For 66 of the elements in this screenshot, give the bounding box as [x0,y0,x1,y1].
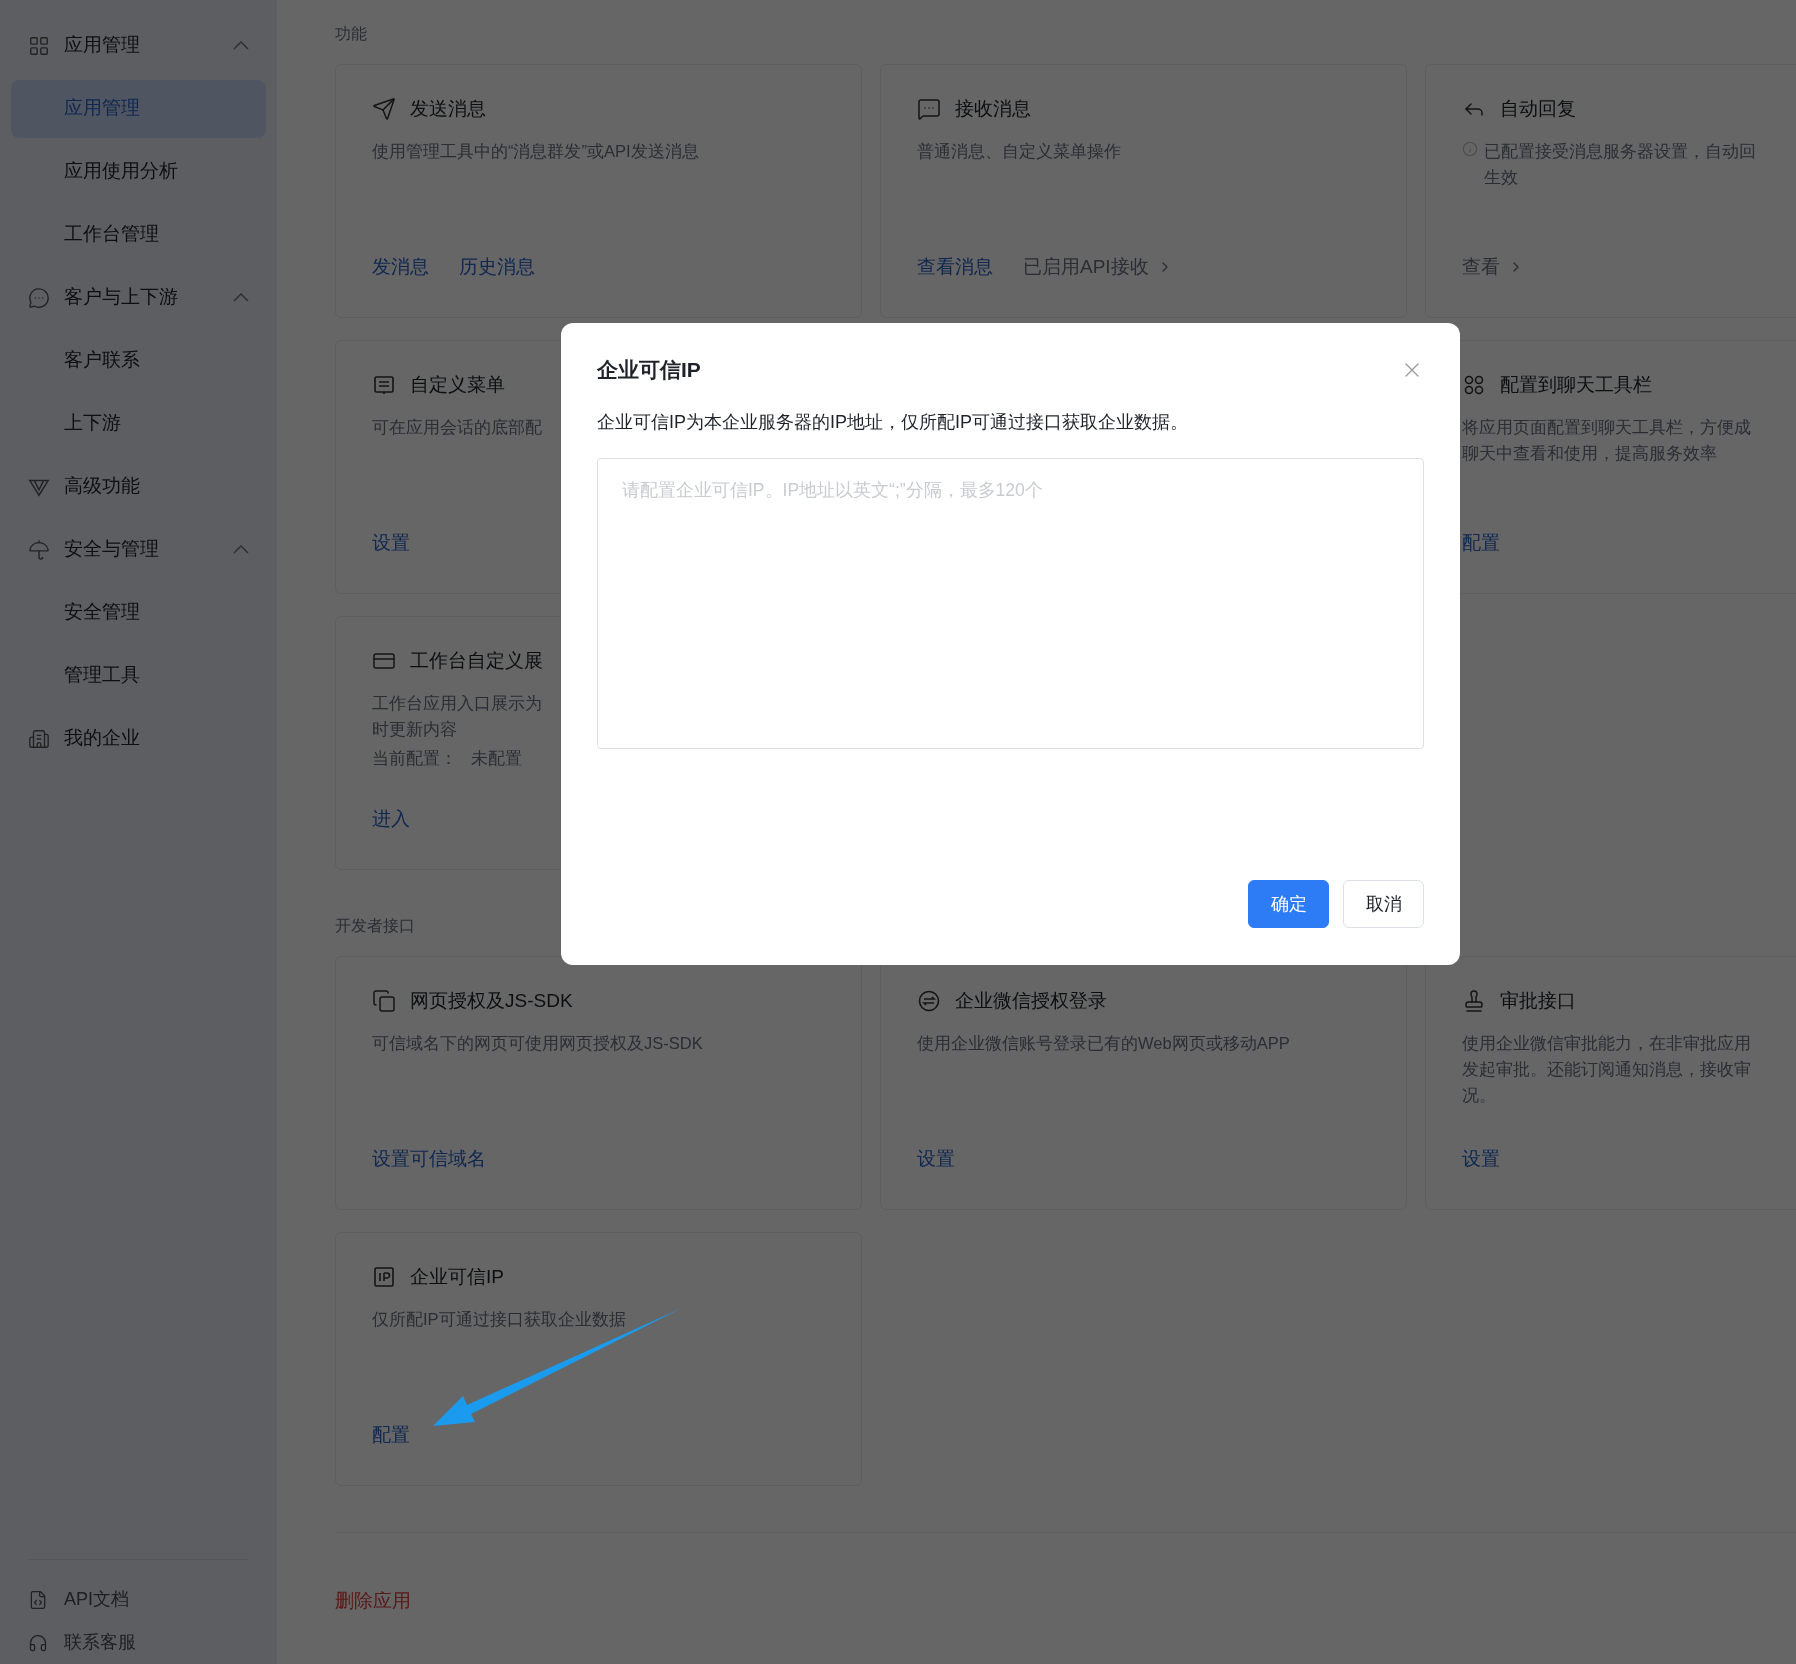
document-icon [28,1589,48,1610]
section-title: 功能 [335,24,367,44]
sidebar-group[interactable]: 高级功能 [0,455,277,518]
card-title: 企业微信授权登录 [955,989,1107,1013]
overlapping-squares-icon [372,989,396,1014]
chat-bubble-icon [917,97,941,122]
card-description: 可在应用会话的底部配 [372,416,542,438]
card-description: 已配置接受消息服务器设置，自动回 生效 [1484,140,1756,188]
card-description: 使用管理工具中的“消息群发”或API发送消息 [372,140,699,162]
grid-icon [28,34,50,57]
sidebar-group[interactable]: 客户与上下游 [0,266,277,329]
card-title: 审批接口 [1500,989,1576,1013]
card-link[interactable]: 配置 [372,1420,410,1449]
card-description: 工作台应用入口展示为 时更新内容 [372,692,542,740]
card-description: 将应用页面配置到聊天工具栏，方便成 聊天中查看和使用，提高服务效率 [1462,416,1751,464]
card-link[interactable]: 已启用API接收 [1023,252,1173,281]
card-title: 配置到聊天工具栏 [1500,373,1652,397]
card-link[interactable]: 配置 [1462,528,1500,557]
building-icon [28,727,50,750]
sidebar-group[interactable]: 安全与管理 [0,518,277,581]
card-link[interactable]: 查看消息 [917,252,993,281]
card-description: 使用企业微信审批能力，在非审批应用 发起审批。还能订阅通知消息，接收审 况。 [1462,1032,1751,1106]
card-title: 网页授权及JS-SDK [410,989,573,1013]
circle-arrows-icon [917,989,941,1014]
dialog-title: 企业可信IP [597,357,701,384]
card-link[interactable]: 查看 [1462,252,1524,281]
card-link[interactable]: 设置 [917,1144,955,1173]
sidebar-item[interactable]: 应用管理 [11,79,266,138]
headset-icon [28,1632,48,1653]
config-value: 未配置 [471,747,522,769]
card-link[interactable]: 历史消息 [459,252,535,281]
card-title: 工作台自定义展 [410,649,543,673]
stamp-icon [1462,989,1486,1014]
card-description: 使用企业微信账号登录已有的Web网页或移动APP [917,1032,1290,1054]
sidebar-group[interactable]: 我的企业 [0,707,277,770]
card-link[interactable]: 设置 [1462,1144,1500,1173]
card-title: 自动回复 [1500,97,1576,121]
sidebar-link[interactable]: API文档 [0,1578,277,1621]
sidebar-group[interactable]: 应用管理 [0,14,277,77]
cancel-button[interactable]: 取消 [1343,880,1424,928]
card-link[interactable]: 设置 [372,528,410,557]
delete-link[interactable]: 删除应用 [335,1587,411,1616]
sidebar-item[interactable]: 应用使用分析 [11,142,266,201]
card-link[interactable]: 发消息 [372,252,429,281]
card-description: 仅所配IP可通过接口获取企业数据 [372,1308,626,1330]
sidebar-link[interactable]: 联系客服 [0,1621,277,1664]
card-description: 可信域名下的网页可使用网页授权及JS-SDK [372,1032,703,1054]
card-link[interactable]: 进入 [372,804,410,833]
card-description: 普通消息、自定义菜单操作 [917,140,1121,162]
confirm-button[interactable]: 确定 [1248,880,1329,928]
config-label: 当前配置： [372,747,457,769]
dialog-description: 企业可信IP为本企业服务器的IP地址，仅所配IP可通过接口获取企业数据。 [597,411,1190,434]
card-title: 企业可信IP [410,1265,504,1289]
sidebar-item[interactable]: 安全管理 [11,583,266,642]
chat-bubble-icon [28,286,50,309]
sidebar-item[interactable]: 上下游 [11,394,266,453]
card-title: 发送消息 [410,97,486,121]
sidebar-item[interactable]: 工作台管理 [11,205,266,264]
umbrella-icon [28,538,50,561]
sidebar-item[interactable]: 客户联系 [11,331,266,390]
send-icon [372,97,396,122]
section-title: 开发者接口 [335,916,415,936]
card-title: 自定义菜单 [410,373,505,397]
card-title: 接收消息 [955,97,1031,121]
sidebar-item[interactable]: 管理工具 [11,646,266,705]
card-link[interactable]: 设置可信域名 [372,1144,486,1173]
